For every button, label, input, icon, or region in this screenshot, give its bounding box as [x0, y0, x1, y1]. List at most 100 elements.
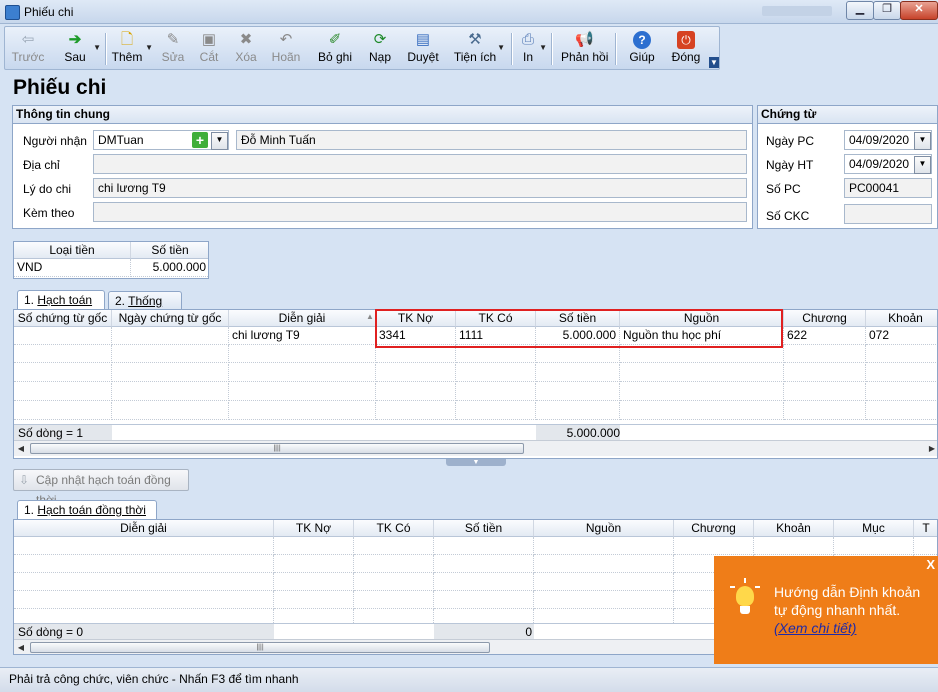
undo-button[interactable]: ↶ Hoãn: [269, 29, 303, 69]
grid1-cell-desc[interactable]: chi lương T9: [229, 327, 376, 345]
tab-accounting[interactable]: 1. Hạch toán: [17, 290, 105, 310]
grid1-horizontal-scrollbar[interactable]: ◀ |||| ▶: [14, 440, 937, 456]
back-button[interactable]: ⇦ Trước: [9, 29, 47, 69]
grid1-cell[interactable]: [14, 345, 112, 363]
grid1-cell[interactable]: [866, 345, 937, 363]
date-ht-dropdown-button[interactable]: ▼: [914, 156, 931, 174]
cut-button[interactable]: ▣ Cắt: [193, 29, 225, 69]
grid2-cell[interactable]: [14, 555, 274, 573]
grid1-cell[interactable]: [456, 364, 536, 382]
grid1-cell-chapter[interactable]: 622: [784, 327, 866, 345]
recipient-name-field[interactable]: Đỗ Minh Tuấn: [236, 130, 747, 150]
grid1-cell[interactable]: [536, 383, 620, 401]
splitter-handle[interactable]: ▼: [446, 459, 506, 466]
grid1-cell[interactable]: [620, 364, 784, 382]
currency-type-cell[interactable]: VND: [14, 259, 131, 277]
next-button[interactable]: ➔ Sau ▼: [57, 29, 101, 69]
grid2-cell[interactable]: [434, 537, 534, 555]
grid1-cell[interactable]: [112, 402, 229, 420]
grid1-cell[interactable]: [784, 345, 866, 363]
grid2-cell[interactable]: [674, 537, 754, 555]
grid1-cell-item[interactable]: 072: [866, 327, 937, 345]
grid1-cell[interactable]: [620, 383, 784, 401]
tab-stats[interactable]: 2. Thống kê: [108, 291, 182, 326]
grid1-cell[interactable]: [866, 383, 937, 401]
toolbar-overflow-icon[interactable]: ▼: [709, 57, 719, 68]
grid1-cell[interactable]: [376, 364, 456, 382]
grid1-cell[interactable]: [536, 364, 620, 382]
grid2-cell[interactable]: [274, 555, 354, 573]
grid2-cell[interactable]: [534, 555, 674, 573]
add-recipient-icon[interactable]: +: [192, 132, 208, 148]
grid2-cell[interactable]: [434, 591, 534, 609]
tab-concurrent-accounting[interactable]: 1. Hạch toán đồng thời: [17, 500, 157, 520]
grid1-cell[interactable]: [536, 402, 620, 420]
grid2-cell[interactable]: [354, 555, 434, 573]
grid2-cell[interactable]: [754, 537, 834, 555]
address-field[interactable]: [93, 154, 747, 174]
grid1-cell[interactable]: [456, 383, 536, 401]
grid1-cell[interactable]: [620, 402, 784, 420]
currency-amount-cell[interactable]: 5.000.000: [131, 259, 208, 277]
grid1-cell[interactable]: [229, 383, 376, 401]
grid1-cell[interactable]: [112, 364, 229, 382]
minimize-button[interactable]: ▁: [846, 1, 874, 20]
grid2-cell[interactable]: [14, 537, 274, 555]
popup-close-icon[interactable]: X: [926, 557, 935, 572]
close-button[interactable]: ⏻ Đóng: [669, 29, 703, 69]
ckc-field[interactable]: [844, 204, 932, 224]
grid1-cell[interactable]: [112, 327, 229, 345]
grid1-cell[interactable]: [784, 364, 866, 382]
grid2-cell[interactable]: [834, 537, 914, 555]
scroll-left-icon[interactable]: ◀: [14, 442, 28, 455]
grid1-cell[interactable]: [456, 402, 536, 420]
print-button[interactable]: ⎙ In ▼: [517, 29, 547, 69]
grid2-cell[interactable]: [354, 591, 434, 609]
date-pc-dropdown-button[interactable]: ▼: [914, 132, 931, 150]
restore-button[interactable]: ❐: [873, 1, 901, 20]
grid1-cell[interactable]: [784, 383, 866, 401]
grid1-cell[interactable]: [14, 327, 112, 345]
grid1-cell[interactable]: [376, 402, 456, 420]
feedback-button[interactable]: 📢 Phản hồi: [561, 29, 608, 69]
update-concurrent-button[interactable]: ⇩ Cập nhật hạch toán đồng thời: [13, 469, 189, 507]
scroll-right-icon[interactable]: ▶: [925, 442, 937, 455]
scroll-thumb[interactable]: ||||: [30, 443, 524, 454]
tools-button[interactable]: ⚒ Tiện ích ▼: [453, 29, 505, 69]
edit-button[interactable]: ✎ Sửa: [157, 29, 189, 69]
grid1-cell[interactable]: [14, 364, 112, 382]
grid2-cell[interactable]: [434, 555, 534, 573]
grid2-cell[interactable]: [534, 573, 674, 591]
grid1-cell[interactable]: [112, 383, 229, 401]
scroll-left-icon[interactable]: ◀: [14, 641, 28, 654]
grid1-cell[interactable]: [112, 345, 229, 363]
grid1-cell[interactable]: [784, 402, 866, 420]
recipient-code-field[interactable]: DMTuan: [93, 130, 229, 150]
attach-field[interactable]: [93, 202, 747, 222]
popup-details-link[interactable]: (Xem chi tiết): [774, 620, 856, 636]
grid1-cell[interactable]: [866, 364, 937, 382]
post-button[interactable]: ✐ Bỏ ghi: [315, 29, 355, 69]
grid1-cell[interactable]: [866, 402, 937, 420]
submit-button[interactable]: ⟳ Nạp: [365, 29, 395, 69]
grid1-cell[interactable]: [229, 364, 376, 382]
grid2-cell[interactable]: [14, 591, 274, 609]
grid2-cell[interactable]: [274, 537, 354, 555]
grid2-cell[interactable]: [354, 537, 434, 555]
grid2-cell[interactable]: [434, 573, 534, 591]
delete-button[interactable]: ✖ Xóa: [230, 29, 262, 69]
grid2-cell[interactable]: [274, 591, 354, 609]
help-button[interactable]: ? Giúp: [625, 29, 659, 69]
reason-field[interactable]: chi lương T9: [93, 178, 747, 198]
recipient-dropdown-button[interactable]: ▼: [211, 132, 228, 150]
grid1-cell[interactable]: [376, 383, 456, 401]
scroll-thumb[interactable]: ||||: [30, 642, 490, 653]
approve-button[interactable]: ▤ Duyệt: [405, 29, 441, 69]
grid1-cell[interactable]: [229, 402, 376, 420]
voucher-no-field[interactable]: PC00041: [844, 178, 932, 198]
grid1-cell[interactable]: [14, 402, 112, 420]
grid2-cell[interactable]: [274, 573, 354, 591]
grid2-cell[interactable]: [914, 537, 937, 555]
grid1-cell[interactable]: [14, 383, 112, 401]
grid2-cell[interactable]: [354, 573, 434, 591]
